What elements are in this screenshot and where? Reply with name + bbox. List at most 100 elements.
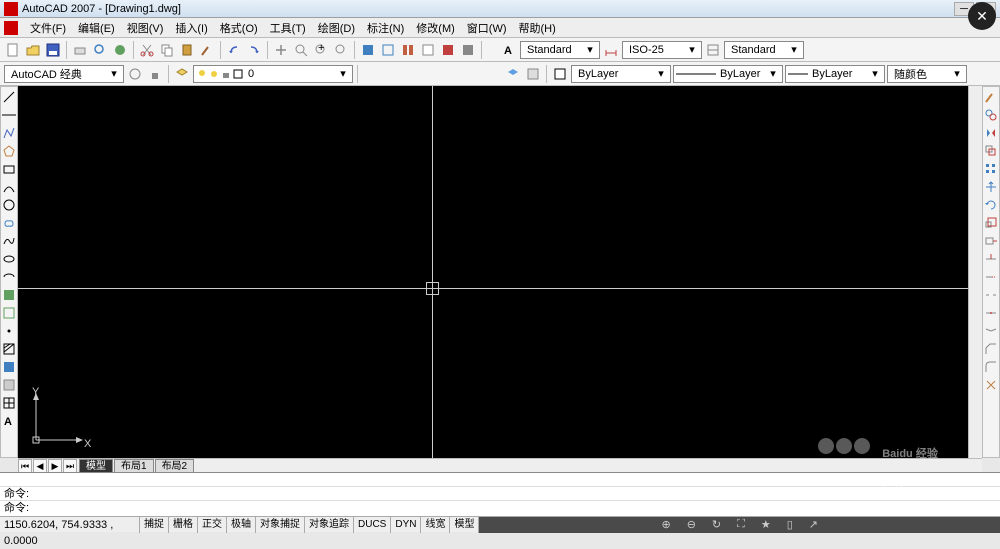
cmd-input[interactable]: 命令:: [0, 501, 1000, 515]
break-icon[interactable]: [983, 305, 999, 321]
array-icon[interactable]: [983, 161, 999, 177]
menu-format[interactable]: 格式(O): [214, 18, 264, 38]
undo-icon[interactable]: [225, 41, 243, 59]
tab-first-icon[interactable]: ⏮: [18, 459, 32, 473]
save-icon[interactable]: [44, 41, 62, 59]
menu-tools[interactable]: 工具(T): [264, 18, 312, 38]
explode-icon[interactable]: [983, 377, 999, 393]
linetype-combo[interactable]: ByLayer▾: [673, 65, 783, 83]
lineweight-combo[interactable]: ByLayer▾: [785, 65, 885, 83]
tablestyle-icon[interactable]: [704, 41, 722, 59]
scale-icon[interactable]: [983, 215, 999, 231]
plot-icon[interactable]: [71, 41, 89, 59]
workspace-lock-icon[interactable]: [146, 65, 164, 83]
join-icon[interactable]: [983, 323, 999, 339]
vertical-scrollbar[interactable]: [968, 86, 982, 458]
spline-icon[interactable]: [1, 233, 17, 249]
revcloud-icon[interactable]: [1, 215, 17, 231]
osnap-toggle[interactable]: 对象捕捉: [256, 517, 305, 533]
match-icon[interactable]: [198, 41, 216, 59]
preview-icon[interactable]: [91, 41, 109, 59]
zoom-window-icon[interactable]: +: [312, 41, 330, 59]
offset-icon[interactable]: [983, 143, 999, 159]
menu-insert[interactable]: 插入(I): [169, 18, 213, 38]
command-line[interactable]: 命令: 命令:: [0, 472, 1000, 516]
line-icon[interactable]: [1, 89, 17, 105]
tab-model[interactable]: 模型: [79, 459, 113, 473]
cut-icon[interactable]: [138, 41, 156, 59]
snap-toggle[interactable]: 捕捉: [140, 517, 169, 533]
ellipse-icon[interactable]: [1, 251, 17, 267]
properties-icon[interactable]: [359, 41, 377, 59]
layer-combo[interactable]: 0▾: [193, 65, 353, 83]
layer-prev-icon[interactable]: [504, 65, 522, 83]
erase-icon[interactable]: [983, 89, 999, 105]
region-icon[interactable]: [1, 377, 17, 393]
paste-icon[interactable]: [178, 41, 196, 59]
xline-icon[interactable]: [1, 107, 17, 123]
color-combo[interactable]: ByLayer▾: [571, 65, 671, 83]
menu-edit[interactable]: 编辑(E): [72, 18, 121, 38]
menu-help[interactable]: 帮助(H): [513, 18, 562, 38]
ortho-toggle[interactable]: 正交: [198, 517, 227, 533]
toolpalette-icon[interactable]: [399, 41, 417, 59]
table-style-combo[interactable]: Standard▾: [724, 41, 804, 59]
rotate-icon[interactable]: ↻: [712, 518, 721, 531]
coords-display[interactable]: 1150.6204, 754.9333 , 0.0000: [0, 517, 140, 533]
menu-draw[interactable]: 绘图(D): [312, 18, 361, 38]
break-point-icon[interactable]: [983, 287, 999, 303]
chamfer-icon[interactable]: [983, 341, 999, 357]
tab-layout1[interactable]: 布局1: [114, 459, 154, 473]
arc-icon[interactable]: [1, 179, 17, 195]
dimstyle-icon[interactable]: [602, 41, 620, 59]
calc-icon[interactable]: [459, 41, 477, 59]
mirror-icon[interactable]: [983, 125, 999, 141]
open-icon[interactable]: [24, 41, 42, 59]
text-style-combo[interactable]: Standard▾: [520, 41, 600, 59]
block-insert-icon[interactable]: [1, 287, 17, 303]
redo-icon[interactable]: [245, 41, 263, 59]
stretch-icon[interactable]: [983, 233, 999, 249]
color-icon[interactable]: [551, 65, 569, 83]
polar-toggle[interactable]: 极轴: [227, 517, 256, 533]
model-toggle[interactable]: 模型: [450, 517, 479, 533]
share-icon[interactable]: ↗: [809, 518, 818, 531]
extend-icon[interactable]: [983, 269, 999, 285]
textstyle-icon[interactable]: A: [500, 41, 518, 59]
layer-manager-icon[interactable]: [173, 65, 191, 83]
table-icon[interactable]: [1, 395, 17, 411]
phone-icon[interactable]: ▯: [787, 518, 793, 531]
new-icon[interactable]: [4, 41, 22, 59]
tab-prev-icon[interactable]: ◀: [33, 459, 47, 473]
dim-style-combo[interactable]: ISO-25▾: [622, 41, 702, 59]
ducs-toggle[interactable]: DUCS: [354, 517, 391, 533]
lwt-toggle[interactable]: 线宽: [421, 517, 450, 533]
rectangle-icon[interactable]: [1, 161, 17, 177]
sheet-icon[interactable]: [419, 41, 437, 59]
menu-view[interactable]: 视图(V): [121, 18, 170, 38]
zoom-previous-icon[interactable]: [332, 41, 350, 59]
point-icon[interactable]: [1, 323, 17, 339]
close-button[interactable]: ✕: [968, 2, 996, 30]
ellipse-arc-icon[interactable]: [1, 269, 17, 285]
layer-states-icon[interactable]: [524, 65, 542, 83]
plotstyle-combo[interactable]: 随颜色▾: [887, 65, 967, 83]
zoom-out-icon[interactable]: ⊖: [687, 518, 696, 531]
rotate-icon[interactable]: [983, 197, 999, 213]
tab-next-icon[interactable]: ▶: [48, 459, 62, 473]
dcenter-icon[interactable]: [379, 41, 397, 59]
workspace-settings-icon[interactable]: [126, 65, 144, 83]
tab-layout2[interactable]: 布局2: [155, 459, 195, 473]
workspace-combo[interactable]: AutoCAD 经典▾: [4, 65, 124, 83]
polyline-icon[interactable]: [1, 125, 17, 141]
block-make-icon[interactable]: [1, 305, 17, 321]
trim-icon[interactable]: [983, 251, 999, 267]
grid-toggle[interactable]: 栅格: [169, 517, 198, 533]
menu-file[interactable]: 文件(F): [24, 18, 72, 38]
pan-icon[interactable]: [272, 41, 290, 59]
copy-icon[interactable]: [158, 41, 176, 59]
otrack-toggle[interactable]: 对象追踪: [305, 517, 354, 533]
menu-modify[interactable]: 修改(M): [410, 18, 461, 38]
publish-icon[interactable]: [111, 41, 129, 59]
menu-window[interactable]: 窗口(W): [461, 18, 513, 38]
